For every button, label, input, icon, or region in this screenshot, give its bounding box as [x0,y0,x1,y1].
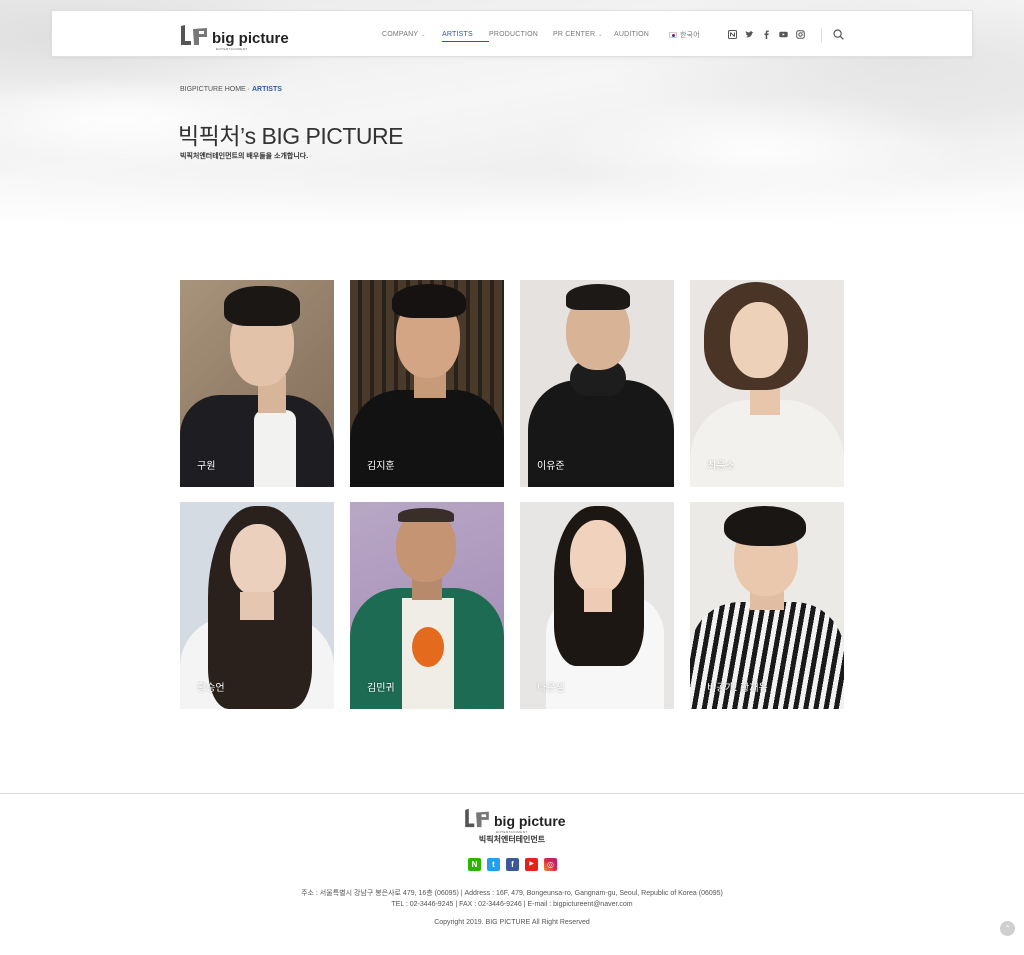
artist-name: 구원 [197,461,216,472]
instagram-icon[interactable]: ◎ [544,858,557,871]
nav-pr-center[interactable]: PR CENTER ⌄ [553,11,614,58]
breadcrumb: BIGPICTURE HOME · ARTISTS [180,86,282,93]
artist-card[interactable]: 김민귀 [350,502,504,709]
nav-language-label: 한국어 [680,31,700,39]
artist-name: 나은샘 [537,683,565,694]
artist-name: 김지훈 [367,461,395,472]
footer-logo-text: big picture [494,813,566,829]
youtube-icon[interactable]: ▶ [525,858,538,871]
footer-address: 주소 : 서울특별시 강남구 봉은사로 479, 16층 (06095) | A… [301,890,723,897]
footer-logo[interactable]: big picture ENTERTAINMENT [464,808,566,834]
artist-card[interactable]: 비공개: 황재욱 [690,502,844,709]
artist-photo [180,502,334,709]
artist-photo [350,502,504,709]
nav-pr-center-label: PR CENTER [553,31,596,38]
artist-name: 비공개: 황재욱 [707,683,768,694]
nav-production[interactable]: PRODUCTION [489,11,553,58]
artist-card[interactable]: 나은샘 [520,502,674,709]
youtube-icon[interactable] [779,30,788,39]
page-subtitle: 빅픽처엔터테인먼트의 배우들을 소개합니다. [180,153,309,160]
artist-photo [180,280,334,487]
artist-name: 황승언 [197,683,225,694]
search-icon[interactable] [833,29,844,40]
instagram-icon[interactable] [796,30,805,39]
artist-name: 최윤소 [707,461,735,472]
header-social [728,11,813,58]
logo-mark-icon [465,808,489,828]
artist-card[interactable]: 김지훈 [350,280,504,487]
artist-photo [690,280,844,487]
twitter-icon[interactable]: t [487,858,500,871]
footer-divider [0,793,1024,794]
footer-social: N t f ▶ ◎ [468,858,563,871]
nav-company-label: COMPANY [382,31,419,38]
twitter-icon[interactable] [745,30,754,39]
logo-subtext: ENTERTAINMENT [216,47,248,51]
nav-audition-label: AUDITION [614,31,650,38]
artist-photo [350,280,504,487]
site-logo[interactable]: big picture ENTERTAINMENT [180,22,289,51]
artist-photo [520,280,674,487]
logo-text: big picture [212,30,289,47]
artist-card[interactable]: 최윤소 [690,280,844,487]
artist-photo [690,502,844,709]
artist-name: 김민귀 [367,683,395,694]
nav-artists-label: ARTISTS [442,31,473,38]
footer-contact: TEL : 02-3446-9245 | FAX : 02-3446-9246 … [391,901,633,908]
artist-card[interactable]: 황승언 [180,502,334,709]
chevron-up-icon: ⌃ [1004,924,1011,933]
naver-icon[interactable]: N [468,858,481,871]
logo-mark-icon [181,25,207,45]
breadcrumb-home[interactable]: BIGPICTURE HOME [180,86,246,93]
site-header: big picture ENTERTAINMENT COMPANY ⌄ ARTIS… [51,10,973,57]
korea-flag-icon [669,31,677,38]
artist-photo [520,502,674,709]
nav-artists[interactable]: ARTISTS [442,11,489,58]
nav-production-label: PRODUCTION [489,31,539,38]
header-divider [821,28,822,42]
chevron-down-icon: ⌄ [421,31,426,38]
scroll-to-top-button[interactable]: ⌃ [1000,921,1015,936]
page-title: 빅픽처’s BIG PICTURE [178,123,403,149]
chevron-down-icon: ⌄ [598,31,603,38]
artist-card[interactable]: 구원 [180,280,334,487]
main-nav: COMPANY ⌄ ARTISTS PRODUCTION PR CENTER ⌄ A… [382,11,709,58]
nav-company[interactable]: COMPANY ⌄ [382,11,442,58]
hero-fade [0,170,1024,226]
breadcrumb-current: ARTISTS [251,86,282,93]
naver-blog-icon[interactable] [728,30,737,39]
artist-name: 이유준 [537,461,565,472]
nav-language[interactable]: 한국어 [669,11,709,58]
nav-audition[interactable]: AUDITION [614,11,669,58]
facebook-icon[interactable] [762,30,771,39]
footer-company-name: 빅픽처엔터테인먼트 [478,835,546,844]
facebook-icon[interactable]: f [506,858,519,871]
artist-card[interactable]: 이유준 [520,280,674,487]
footer-copyright: Copyright 2019. BIG PICTURE All Right Re… [434,919,590,926]
